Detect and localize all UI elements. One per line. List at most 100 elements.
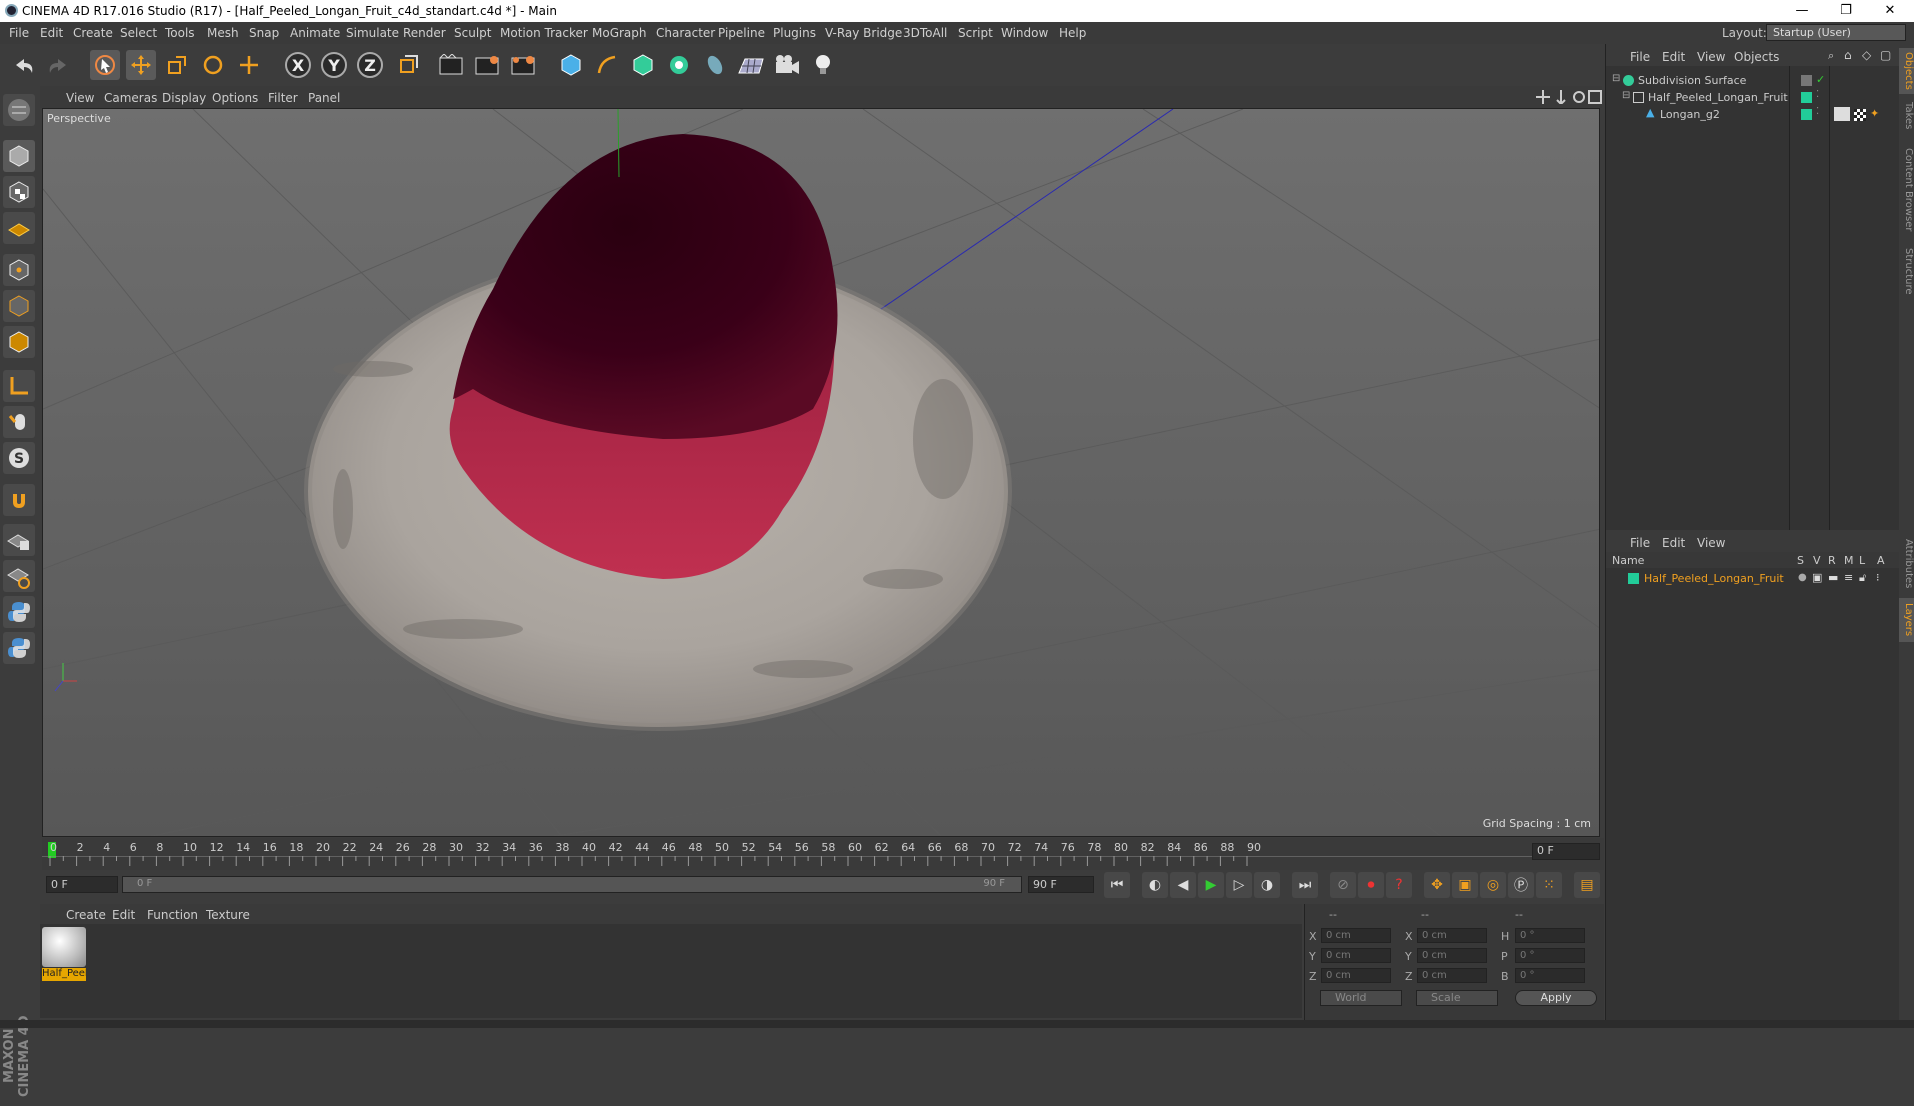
coordinate-space-select[interactable]: World (1320, 990, 1402, 1006)
material-thumbnail[interactable] (42, 927, 86, 967)
tab-objects[interactable]: Objects (1899, 48, 1914, 94)
menu-simulate[interactable]: Simulate (346, 26, 399, 40)
material-tag-icon[interactable] (1834, 107, 1850, 121)
end-frame-field[interactable]: 90 F (1028, 876, 1094, 893)
key-scale-icon[interactable]: ▣ (1452, 872, 1478, 898)
menu-character[interactable]: Character (656, 26, 715, 40)
menu-plugins[interactable]: Plugins (773, 26, 816, 40)
next-key-icon[interactable]: ◑ (1254, 872, 1280, 898)
visibility-dots-icon[interactable]: ⁚ (1816, 106, 1819, 117)
render-settings-icon[interactable] (508, 50, 538, 80)
om-menu-file[interactable]: File (1630, 50, 1650, 64)
viewport-menu-panel[interactable]: Panel (308, 91, 340, 105)
key-pla-icon[interactable]: ⁙ (1536, 872, 1562, 898)
render-toggle-icon[interactable]: ▬ (1828, 571, 1838, 584)
lm-menu-view[interactable]: View (1697, 536, 1725, 550)
tweak-mode-icon[interactable] (3, 406, 35, 438)
locked-workplane-icon[interactable] (3, 524, 35, 556)
key-parameter-icon[interactable]: Ⓟ (1508, 872, 1534, 898)
workplane-mode-icon[interactable] (3, 212, 35, 244)
undo-icon[interactable] (9, 50, 39, 80)
lm-menu-edit[interactable]: Edit (1662, 536, 1685, 550)
menu-motion-tracker[interactable]: Motion Tracker (500, 26, 588, 40)
solo-toggle-icon[interactable]: ● (1798, 572, 1807, 583)
record-keyframe-icon[interactable]: ⊘ (1330, 872, 1356, 898)
menu-snap[interactable]: Snap (249, 26, 279, 40)
camera-icon[interactable] (772, 50, 802, 80)
menu-file[interactable]: File (9, 26, 29, 40)
menu-sculpt[interactable]: Sculpt (454, 26, 491, 40)
z-axis-lock-icon[interactable]: Z (357, 52, 383, 78)
menu-create[interactable]: Create (73, 26, 113, 40)
menu-mesh[interactable]: Mesh (207, 26, 239, 40)
lock-toggle-icon[interactable]: 🔓︎ (1859, 571, 1866, 585)
restore-button[interactable]: ❐ (1824, 0, 1868, 22)
model-mode-icon[interactable] (3, 140, 35, 172)
step-forward-icon[interactable]: ▷ (1226, 872, 1252, 898)
viewport-rotate-icon[interactable] (1572, 90, 1586, 107)
om-new-view-icon[interactable]: ▢ (1880, 48, 1891, 62)
viewport-zoom-icon[interactable] (1554, 90, 1568, 107)
material-menu-edit[interactable]: Edit (112, 908, 135, 922)
menu-render[interactable]: Render (403, 26, 446, 40)
floor-environment-icon[interactable] (736, 50, 766, 80)
previous-key-icon[interactable]: ◐ (1142, 872, 1168, 898)
om-menu-view[interactable]: View (1697, 50, 1725, 64)
menu-pipeline[interactable]: Pipeline (718, 26, 765, 40)
enabled-check-icon[interactable]: ✓ (1816, 73, 1825, 86)
menu-vray-bridge[interactable]: V-Ray Bridge (825, 26, 902, 40)
live-selection-icon[interactable] (90, 50, 120, 80)
cloner-icon[interactable] (664, 50, 694, 80)
viewport-menu-display[interactable]: Display (162, 91, 206, 105)
layer-color-icon[interactable] (1628, 573, 1639, 584)
menu-help[interactable]: Help (1059, 26, 1086, 40)
lm-menu-file[interactable]: File (1630, 536, 1650, 550)
manager-toggle-icon[interactable]: ≡ (1844, 571, 1853, 584)
object-name[interactable]: Subdivision Surface (1638, 74, 1746, 87)
size-y-field[interactable]: 0 cm (1417, 948, 1487, 963)
start-frame-field[interactable]: 0 F (46, 876, 118, 893)
layout-select[interactable]: Startup (User) (1766, 24, 1906, 41)
snapping-icon[interactable]: S (3, 442, 35, 474)
viewport-menu-cameras[interactable]: Cameras (104, 91, 157, 105)
go-to-start-icon[interactable]: ⏮ (1104, 872, 1130, 898)
apply-button[interactable]: Apply (1515, 990, 1597, 1006)
polygons-mode-icon[interactable] (3, 326, 35, 358)
render-view-icon[interactable] (436, 50, 466, 80)
python-script-icon[interactable] (3, 596, 35, 628)
viewport-maximize-icon[interactable] (1588, 90, 1602, 107)
layer-row[interactable]: Half_Peeled_Longan_Fruit ● ▣ ▬ ≡ 🔓︎ ⁝ (1606, 570, 1900, 587)
layer-color-icon[interactable] (1801, 92, 1812, 103)
keyframe-selection-icon[interactable]: ? (1386, 872, 1412, 898)
redo-icon[interactable] (43, 50, 73, 80)
spline-pen-icon[interactable] (592, 50, 622, 80)
size-z-field[interactable]: 0 cm (1417, 968, 1487, 983)
om-menu-edit[interactable]: Edit (1662, 50, 1685, 64)
menu-tools[interactable]: Tools (165, 26, 195, 40)
size-mode-select[interactable]: Scale (1416, 990, 1498, 1006)
pos-z-field[interactable]: 0 cm (1321, 968, 1391, 983)
timeline-ruler[interactable]: 0 2 4 6 8 10 12 14 16 18 20 22 24 26 28 30 32 34 36 38 40 42 4… (42, 838, 1604, 870)
om-home-icon[interactable]: ⌂ (1844, 48, 1852, 62)
transform-icon[interactable] (234, 50, 264, 80)
coordinate-system-icon[interactable] (393, 50, 423, 80)
object-name[interactable]: Half_Peeled_Longan_Fruit (1648, 91, 1788, 104)
material-menu-function[interactable]: Function (147, 908, 198, 922)
frame-range-slider[interactable]: 0 F 90 F (122, 876, 1022, 893)
object-row-half-peeled-longan-fruit[interactable]: ⊟ Half_Peeled_Longan_Fruit ⁚ (1606, 89, 1900, 106)
menu-mograph[interactable]: MoGraph (592, 26, 647, 40)
python-script-2-icon[interactable] (3, 632, 35, 664)
menu-window[interactable]: Window (1001, 26, 1048, 40)
auto-keyframe-icon[interactable]: ⏺ (1358, 872, 1384, 898)
rot-h-field[interactable]: 0 ° (1515, 928, 1585, 943)
rot-b-field[interactable]: 0 ° (1515, 968, 1585, 983)
om-search-icon[interactable]: ⌕ (1828, 49, 1834, 63)
rotate-icon[interactable] (198, 50, 228, 80)
material-name-label[interactable]: Half_Peel (42, 968, 86, 981)
material-menu-create[interactable]: Create (66, 908, 106, 922)
uvw-tag-icon[interactable] (1854, 109, 1866, 121)
cube-object-icon[interactable] (556, 50, 586, 80)
object-name[interactable]: Longan_g2 (1660, 108, 1720, 121)
menu-3dtoall[interactable]: 3DToAll (903, 26, 947, 40)
layer-color-icon[interactable] (1801, 109, 1812, 120)
